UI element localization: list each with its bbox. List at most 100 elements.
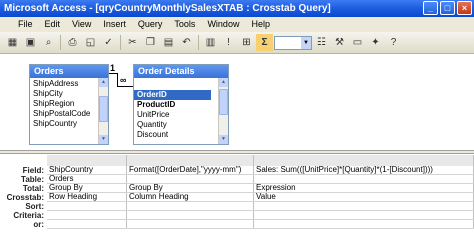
- field-item[interactable]: UnitPrice: [134, 110, 228, 120]
- top-values-combo[interactable]: ▼: [274, 35, 312, 50]
- database-window-icon[interactable]: ▭: [349, 34, 366, 51]
- show-table-icon[interactable]: ⊞: [238, 34, 255, 51]
- copy-icon[interactable]: ❐: [142, 34, 159, 51]
- spelling-icon[interactable]: ✓: [100, 34, 117, 51]
- save-icon[interactable]: ▣: [22, 34, 39, 51]
- grid-cell[interactable]: Orders: [47, 175, 127, 183]
- grid-cell[interactable]: Group By: [47, 184, 127, 192]
- menu-query[interactable]: Query: [132, 17, 169, 32]
- menu-tools[interactable]: Tools: [168, 17, 201, 32]
- menu-help[interactable]: Help: [245, 17, 276, 32]
- undo-icon[interactable]: ↶: [178, 34, 195, 51]
- menu-bar: File Edit View Insert Query Tools Window…: [0, 17, 474, 32]
- help-icon[interactable]: ?: [385, 34, 402, 51]
- pane-splitter[interactable]: [0, 150, 474, 154]
- view-icon[interactable]: ▦: [4, 34, 21, 51]
- print-icon[interactable]: ⎙: [64, 34, 81, 51]
- build-icon[interactable]: ⚒: [331, 34, 348, 51]
- field-item[interactable]: ShipAddress: [30, 79, 108, 89]
- close-button[interactable]: ×: [457, 1, 472, 15]
- orders-scrollbar[interactable]: ▲ ▼: [98, 78, 108, 144]
- row-label-total: Total:: [22, 184, 44, 193]
- grid-cell[interactable]: [47, 211, 127, 219]
- relationship-line[interactable]: [117, 86, 133, 87]
- new-object-icon[interactable]: ✦: [367, 34, 384, 51]
- toolbar-separator: [120, 35, 121, 50]
- row-label-field: Field:: [22, 166, 44, 175]
- grid-cell[interactable]: Row Heading: [47, 193, 127, 201]
- scroll-up-icon[interactable]: ▲: [99, 78, 108, 87]
- menu-window[interactable]: Window: [201, 17, 245, 32]
- cut-icon[interactable]: ✂: [124, 34, 141, 51]
- order-details-scrollbar[interactable]: ▲ ▼: [218, 78, 228, 144]
- print-preview-icon[interactable]: ◱: [82, 34, 99, 51]
- paste-icon[interactable]: ▤: [160, 34, 177, 51]
- row-label-or: or:: [33, 220, 44, 229]
- properties-icon[interactable]: ☷: [313, 34, 330, 51]
- field-item[interactable]: Quantity: [134, 120, 228, 130]
- grid-cell[interactable]: [127, 202, 254, 210]
- menu-edit[interactable]: Edit: [39, 17, 67, 32]
- toolbar-separator: [60, 35, 61, 50]
- scroll-up-icon[interactable]: ▲: [219, 78, 228, 87]
- grid-cells: ShipCountry Format([OrderDate],"yyyy-mm"…: [47, 166, 474, 229]
- window-title: Microsoft Access - [qryCountryMonthlySal…: [4, 3, 331, 14]
- scroll-thumb[interactable]: [99, 96, 108, 122]
- grid-cell[interactable]: [254, 175, 474, 183]
- grid-cell[interactable]: Sales: Sum(([UnitPrice]*[Quantity]*(1-[D…: [254, 166, 474, 174]
- grid-cell[interactable]: ShipCountry: [47, 166, 127, 174]
- sort-row: [47, 202, 474, 211]
- window-controls: _ □ ×: [423, 1, 472, 15]
- grid-cell[interactable]: Column Heading: [127, 193, 254, 201]
- field-item[interactable]: ShipCountry: [30, 119, 108, 129]
- grid-cell[interactable]: [254, 220, 474, 228]
- column-selector[interactable]: [47, 155, 127, 166]
- order-details-table-title[interactable]: Order Details: [134, 65, 228, 78]
- order-details-table[interactable]: Order Details OrderID ProductID UnitPric…: [133, 64, 229, 145]
- total-row: Group By Group By Expression: [47, 184, 474, 193]
- grid-cell[interactable]: Expression: [254, 184, 474, 192]
- grid-cell[interactable]: [127, 175, 254, 183]
- relationship-line[interactable]: [117, 73, 118, 87]
- crosstab-row: Row Heading Column Heading Value: [47, 193, 474, 202]
- grid-cell[interactable]: [254, 211, 474, 219]
- column-selector-row: [47, 155, 474, 166]
- grid-cell[interactable]: [127, 220, 254, 228]
- relationship-line[interactable]: [109, 73, 117, 74]
- search-icon[interactable]: ⌕: [40, 34, 57, 51]
- row-label-table: Table:: [21, 175, 44, 184]
- column-selector[interactable]: [254, 155, 474, 166]
- maximize-button[interactable]: □: [440, 1, 455, 15]
- menu-insert[interactable]: Insert: [97, 17, 132, 32]
- minimize-button[interactable]: _: [423, 1, 438, 15]
- grid-cell[interactable]: [254, 202, 474, 210]
- field-item[interactable]: Discount: [134, 130, 228, 140]
- toolbar: ▦ ▣ ⌕ ⎙ ◱ ✓ ✂ ❐ ▤ ↶ ▥ ! ⊞ Σ ▼ ☷ ⚒ ▭ ✦ ?: [0, 32, 474, 54]
- grid-cell[interactable]: [47, 202, 127, 210]
- menu-file[interactable]: File: [4, 17, 39, 32]
- grid-cell[interactable]: Group By: [127, 184, 254, 192]
- field-item[interactable]: ShipPostalCode: [30, 109, 108, 119]
- run-icon[interactable]: !: [220, 34, 237, 51]
- field-item[interactable]: ProductID: [134, 100, 228, 110]
- grid-cell[interactable]: [127, 211, 254, 219]
- orders-table-title[interactable]: Orders: [30, 65, 108, 78]
- row-label-criteria: Criteria:: [13, 211, 44, 220]
- scroll-down-icon[interactable]: ▼: [99, 135, 108, 144]
- field-item-selected[interactable]: OrderID: [134, 90, 211, 100]
- column-selector[interactable]: [127, 155, 254, 166]
- field-item[interactable]: ShipCity: [30, 89, 108, 99]
- field-row: ShipCountry Format([OrderDate],"yyyy-mm"…: [47, 166, 474, 175]
- dropdown-arrow-icon[interactable]: ▼: [301, 36, 311, 49]
- field-item[interactable]: ShipRegion: [30, 99, 108, 109]
- grid-cell[interactable]: Format([OrderDate],"yyyy-mm"): [127, 166, 254, 174]
- query-type-icon[interactable]: ▥: [202, 34, 219, 51]
- totals-icon[interactable]: Σ: [256, 34, 273, 51]
- grid-cell[interactable]: [47, 220, 127, 228]
- orders-table[interactable]: Orders ShipAddress ShipCity ShipRegion S…: [29, 64, 109, 145]
- scroll-down-icon[interactable]: ▼: [219, 135, 228, 144]
- toolbar-separator: [198, 35, 199, 50]
- menu-view[interactable]: View: [66, 17, 97, 32]
- scroll-thumb[interactable]: [219, 89, 228, 115]
- grid-cell[interactable]: Value: [254, 193, 474, 201]
